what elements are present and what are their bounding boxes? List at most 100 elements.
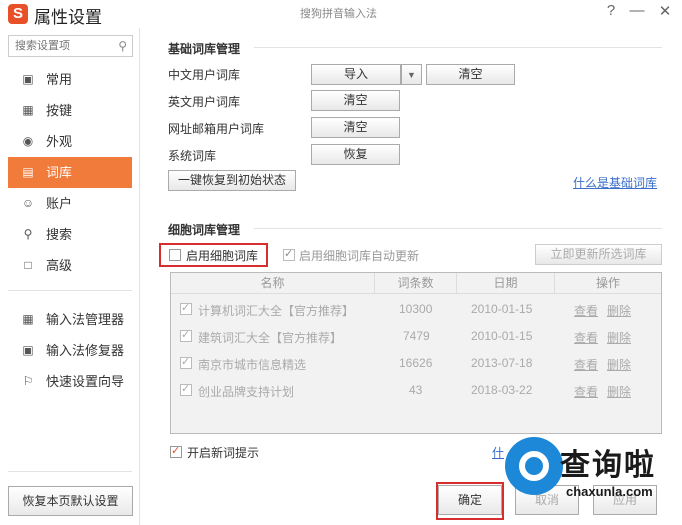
highlight-box <box>436 482 504 520</box>
basic-dict-title: 基础词库管理 <box>168 42 241 56</box>
toolbox-icon: ▣ <box>22 343 34 357</box>
minimize-button[interactable]: — <box>627 2 647 19</box>
close-button[interactable]: ✕ <box>655 2 675 20</box>
view-link[interactable]: 查看 <box>574 383 598 400</box>
watermark-text: 查询啦 <box>560 449 656 482</box>
tool-label: 快速设置向导 <box>46 374 125 389</box>
view-link[interactable]: 查看 <box>574 356 598 373</box>
chevron-down-icon: ▼ <box>407 70 416 80</box>
delete-link[interactable]: 删除 <box>607 356 631 373</box>
help-button[interactable]: ? <box>601 2 621 19</box>
dict-date: 2013-07-18 <box>471 356 533 370</box>
new-word-hint-checkbox[interactable] <box>170 444 182 458</box>
flag-icon: ⚐ <box>22 374 34 388</box>
tool-ime-manager[interactable]: ▦ 输入法管理器 <box>0 304 140 335</box>
partial-help-link[interactable]: 什 <box>492 444 504 461</box>
table-row[interactable]: 创业品牌支持计划 43 2018-03-22 查看 删除 <box>171 376 661 404</box>
clear-en-button[interactable]: 清空 <box>311 90 400 111</box>
update-selected-button[interactable]: 立即更新所选词库 <box>535 244 662 265</box>
import-dropdown-button[interactable]: ▼ <box>401 64 422 85</box>
dict-count: 10300 <box>399 302 433 316</box>
what-is-basic-dict-link[interactable]: 什么是基础词库 <box>573 174 657 191</box>
book-icon: ▤ <box>22 165 34 179</box>
sidebar-item-account[interactable]: ☺ 账户 <box>0 188 140 219</box>
clear-url-button[interactable]: 清空 <box>311 117 400 138</box>
title-bar: S 属性设置 搜狗拼音输入法 ? — ✕ <box>0 0 682 28</box>
row-checkbox[interactable] <box>180 328 192 342</box>
table-row[interactable]: 南京市城市信息精选 16626 2013-07-18 查看 删除 <box>171 349 661 377</box>
row-checkbox[interactable] <box>180 301 192 315</box>
sidebar-item-appearance[interactable]: ◉ 外观 <box>0 126 140 157</box>
view-link[interactable]: 查看 <box>574 329 598 346</box>
tool-quick-setup[interactable]: ⚐ 快速设置向导 <box>0 366 140 397</box>
dict-date: 2010-01-15 <box>471 302 533 316</box>
user-icon: ☺ <box>21 196 35 210</box>
dict-count: 7479 <box>403 329 430 343</box>
sidebar-item-label: 账户 <box>46 196 73 211</box>
column-header-name: 名称 <box>171 273 375 293</box>
en-user-dict-label: 英文用户词库 <box>168 95 241 109</box>
clear-cn-button[interactable]: 清空 <box>426 64 515 85</box>
sidebar-item-label: 高级 <box>46 258 73 273</box>
search-input[interactable] <box>9 36 109 56</box>
square-icon: □ <box>24 258 32 272</box>
sidebar-item-label: 常用 <box>46 72 73 87</box>
window-subtitle: 搜狗拼音输入法 <box>300 8 377 20</box>
column-header-count: 词条数 <box>375 273 457 293</box>
section-divider <box>254 228 662 229</box>
auto-update-checkbox[interactable] <box>283 247 295 261</box>
tool-label: 输入法修复器 <box>46 343 125 358</box>
dict-name: 建筑词汇大全【官方推荐】 <box>198 331 343 345</box>
import-button[interactable]: 导入 <box>311 64 401 85</box>
dict-name: 创业品牌支持计划 <box>198 385 295 399</box>
window-title: 属性设置 <box>34 8 102 27</box>
dict-date: 2010-01-15 <box>471 329 533 343</box>
sidebar: ⚲ ▣ 常用 ▦ 按键 ◉ 外观 ▤ 词库 ☺ 账户 ⚲ 搜索 □ 高级 ▦ 输… <box>0 28 140 525</box>
restore-system-button[interactable]: 恢复 <box>311 144 400 165</box>
row-checkbox[interactable] <box>180 382 192 396</box>
dict-date: 2018-03-22 <box>471 383 533 397</box>
sidebar-item-label: 外观 <box>46 134 73 149</box>
search-icon[interactable]: ⚲ <box>118 39 127 53</box>
manager-icon: ▦ <box>22 312 34 326</box>
cn-user-dict-label: 中文用户词库 <box>168 68 241 82</box>
sidebar-item-keys[interactable]: ▦ 按键 <box>0 95 140 126</box>
table-row[interactable]: 计算机词汇大全【官方推荐】 10300 2010-01-15 查看 删除 <box>171 295 661 323</box>
cell-dict-table: 名称 词条数 日期 操作 计算机词汇大全【官方推荐】 10300 2010-01… <box>170 272 662 434</box>
enable-cell-dict-checkbox[interactable] <box>169 249 181 261</box>
url-email-dict-label: 网址邮箱用户词库 <box>168 122 265 136</box>
row-checkbox[interactable] <box>180 355 192 369</box>
dict-count: 16626 <box>399 356 433 370</box>
auto-update-label: 启用细胞词库自动更新 <box>299 249 420 263</box>
sogou-logo-icon: S <box>8 4 28 24</box>
sidebar-item-common[interactable]: ▣ 常用 <box>0 64 140 95</box>
table-row[interactable]: 建筑词汇大全【官方推荐】 7479 2010-01-15 查看 删除 <box>171 322 661 350</box>
divider <box>8 290 132 291</box>
dict-count: 43 <box>409 383 423 397</box>
dict-name: 南京市城市信息精选 <box>198 358 307 372</box>
sidebar-item-search[interactable]: ⚲ 搜索 <box>0 219 140 250</box>
divider <box>8 471 132 472</box>
monitor-icon: ▣ <box>22 72 34 86</box>
shirt-icon: ◉ <box>22 134 34 148</box>
new-word-hint-label: 开启新词提示 <box>187 446 260 460</box>
sidebar-item-dictionary[interactable]: ▤ 词库 <box>8 157 132 188</box>
header-divider <box>171 293 661 294</box>
delete-link[interactable]: 删除 <box>607 302 631 319</box>
restore-defaults-button[interactable]: 恢复本页默认设置 <box>8 486 133 516</box>
settings-search[interactable]: ⚲ <box>8 35 133 57</box>
restore-initial-button[interactable]: 一键恢复到初始状态 <box>168 170 296 191</box>
dict-name: 计算机词汇大全【官方推荐】 <box>198 304 355 318</box>
view-link[interactable]: 查看 <box>574 302 598 319</box>
delete-link[interactable]: 删除 <box>607 383 631 400</box>
sidebar-item-label: 按键 <box>46 103 73 118</box>
system-dict-label: 系统词库 <box>168 149 217 163</box>
sidebar-item-label: 搜索 <box>46 227 73 242</box>
sidebar-item-advanced[interactable]: □ 高级 <box>0 250 140 281</box>
delete-link[interactable]: 删除 <box>607 329 631 346</box>
cell-dict-title: 细胞词库管理 <box>168 223 241 237</box>
column-header-actions: 操作 <box>595 276 620 290</box>
watermark-url: chaxunla.com <box>566 484 653 499</box>
tool-ime-repair[interactable]: ▣ 输入法修复器 <box>0 335 140 366</box>
watermark-search-icon <box>519 451 549 481</box>
